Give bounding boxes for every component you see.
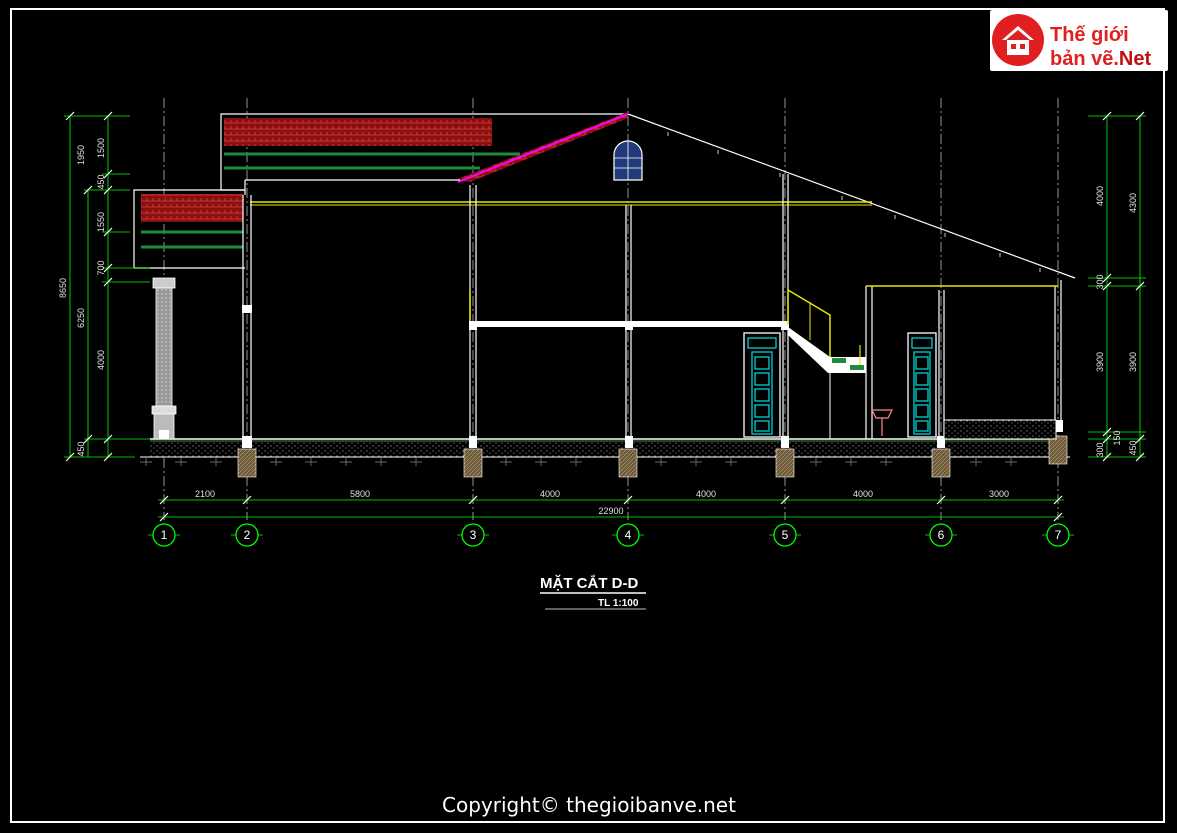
brand-line-1: Thế giới	[1050, 24, 1129, 46]
right-dimension-ticks	[1102, 111, 1145, 462]
drawing-title: MẶT CẮT D-D	[540, 574, 638, 592]
dim-bay-4: 4000	[696, 489, 716, 499]
axis-bubble-5: 5	[769, 523, 801, 547]
dim-bay-2: 5800	[350, 489, 370, 499]
brand-logo-graphic: Thế giới bản vẽ.Net	[992, 14, 1151, 70]
dim-left-700: 700	[96, 260, 106, 275]
drawing-title-block: MẶT CẮT D-D TL 1:100	[540, 574, 646, 610]
ground-slab	[140, 438, 1070, 458]
upper-roof	[220, 112, 1076, 279]
axis-label-7: 7	[1055, 528, 1062, 542]
staircase	[787, 289, 866, 439]
bottom-dimension-labels: 2100 5800 4000 4000 4000 3000 22900	[195, 489, 1009, 516]
svg-text:bản vẽ.Net: bản vẽ.Net	[1050, 48, 1151, 70]
left-dimension-ticks	[65, 111, 113, 462]
axis-label-3: 3	[470, 528, 477, 542]
dim-right-300-b: 300	[1095, 442, 1105, 457]
axis-label-4: 4	[625, 528, 632, 542]
dim-right-3900-a: 3900	[1095, 352, 1105, 372]
dim-left-1550: 1550	[96, 212, 106, 232]
axis-bubble-3: 3	[457, 523, 489, 547]
roof-beam	[250, 201, 872, 206]
axis-bubble-1: 1	[148, 523, 180, 547]
dim-left-450-b: 450	[76, 441, 86, 456]
washbasin	[871, 409, 893, 436]
brand-line-2: bản vẽ.	[1050, 48, 1119, 70]
axis-label-2: 2	[244, 528, 251, 542]
porch-column	[151, 277, 177, 440]
attic-window	[613, 140, 643, 181]
dim-right-300-a: 300	[1095, 274, 1105, 289]
dim-left-1500: 1500	[96, 138, 106, 158]
axis-label-6: 6	[938, 528, 945, 542]
door-left	[743, 332, 781, 438]
dim-right-4300: 4300	[1128, 193, 1138, 213]
dim-right-4000: 4000	[1095, 186, 1105, 206]
dim-bay-1: 2100	[195, 489, 215, 499]
axis-bubble-6: 6	[925, 523, 957, 547]
dim-left-1950: 1950	[76, 145, 86, 165]
dim-left-450-a: 450	[96, 174, 106, 189]
porch-roof	[133, 189, 245, 269]
brand-logo[interactable]: Thế giới bản vẽ.Net	[990, 10, 1168, 71]
soil-hatch	[140, 458, 1017, 466]
dim-left-4000: 4000	[96, 350, 106, 370]
axis-bubble-4: 4	[612, 523, 644, 547]
dim-right-150: 150	[1112, 430, 1122, 445]
rear-room-frame	[866, 285, 1058, 440]
mezzanine-slab	[469, 290, 788, 327]
axis-label-1: 1	[161, 528, 168, 542]
axis-bubble-7: 7	[1042, 523, 1074, 547]
section-drawing: 8650 6250 4000 1950 1500 450 1550 700 45…	[58, 98, 1146, 817]
brand-net: Net	[1119, 48, 1152, 70]
dim-total: 22900	[598, 506, 623, 516]
left-dimension-labels: 8650 6250 4000 1950 1500 450 1550 700 45…	[58, 138, 106, 457]
dim-left-8650: 8650	[58, 278, 68, 298]
axis-bubble-2: 2	[231, 523, 263, 547]
copyright-text: Copyright© thegioibanve.net	[442, 793, 736, 817]
dim-right-3900-b: 3900	[1128, 352, 1138, 372]
dim-bay-3: 4000	[540, 489, 560, 499]
right-dimension-labels: 4000 4300 300 3900 3900 300 150 450	[1095, 186, 1138, 458]
dim-left-6250: 6250	[76, 308, 86, 328]
left-dimension-lines	[64, 115, 150, 458]
axis-bubbles: 1 2 3 4 5 6 7	[148, 523, 1074, 547]
door-right	[907, 332, 937, 438]
dim-right-450: 450	[1128, 440, 1138, 455]
drawing-scale: TL 1:100	[598, 598, 639, 609]
dim-bay-5: 4000	[853, 489, 873, 499]
dim-bay-6: 3000	[989, 489, 1009, 499]
axis-label-5: 5	[782, 528, 789, 542]
walls	[242, 174, 1062, 439]
